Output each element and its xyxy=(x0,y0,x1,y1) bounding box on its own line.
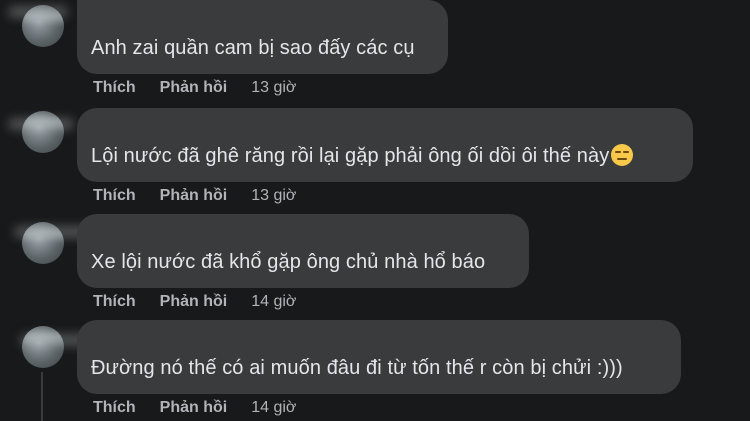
comment-actions: Thích Phản hồi 13 giờ xyxy=(93,186,296,206)
comment-text: Xe lội nước đã khổ gặp ông chủ nhà hổ bá… xyxy=(91,251,486,273)
reply-button[interactable]: Phản hồi xyxy=(160,293,228,311)
reply-button[interactable]: Phản hồi xyxy=(160,187,228,205)
comment-actions: Thích Phản hồi 13 giờ xyxy=(93,78,296,98)
comment-actions: Thích Phản hồi 14 giờ xyxy=(93,292,296,312)
comment-thread: Anh zai quần cam bị sao đấy các cụ Thích… xyxy=(0,0,750,421)
comment-timestamp[interactable]: 13 giờ xyxy=(251,187,296,205)
comment-bubble: Lội nước đã ghê răng rồi lại gặp phải ôn… xyxy=(77,108,693,182)
comment-text: Lội nước đã ghê răng rồi lại gặp phải ôn… xyxy=(91,144,634,168)
comment-text: Anh zai quần cam bị sao đấy các cụ xyxy=(91,37,415,59)
comment-timestamp[interactable]: 13 giờ xyxy=(251,79,296,97)
like-button[interactable]: Thích xyxy=(93,187,136,205)
like-button[interactable]: Thích xyxy=(93,399,136,417)
like-button[interactable]: Thích xyxy=(93,293,136,311)
like-button[interactable]: Thích xyxy=(93,79,136,97)
comment-actions: Thích Phản hồi 14 giờ xyxy=(93,398,296,418)
comment-bubble: Anh zai quần cam bị sao đấy các cụ xyxy=(77,0,448,74)
comment-bubble: Xe lội nước đã khổ gặp ông chủ nhà hổ bá… xyxy=(77,214,529,288)
blurred-author-name xyxy=(8,118,74,130)
comment-timestamp[interactable]: 14 giờ xyxy=(251,293,296,311)
blurred-author-name xyxy=(8,6,68,18)
avatar[interactable] xyxy=(22,326,64,368)
reply-button[interactable]: Phản hồi xyxy=(160,399,228,417)
expressionless-face-icon xyxy=(611,144,634,166)
comment-text: Đường nó thế có ai muốn đâu đi từ tốn th… xyxy=(91,357,623,379)
reply-button[interactable]: Phản hồi xyxy=(160,79,228,97)
comment-text-content: Lội nước đã ghê răng rồi lại gặp phải ôn… xyxy=(91,145,610,167)
comment-bubble: Đường nó thế có ai muốn đâu đi từ tốn th… xyxy=(77,320,681,394)
comment-timestamp[interactable]: 14 giờ xyxy=(251,399,296,417)
reply-thread-line xyxy=(41,372,43,421)
